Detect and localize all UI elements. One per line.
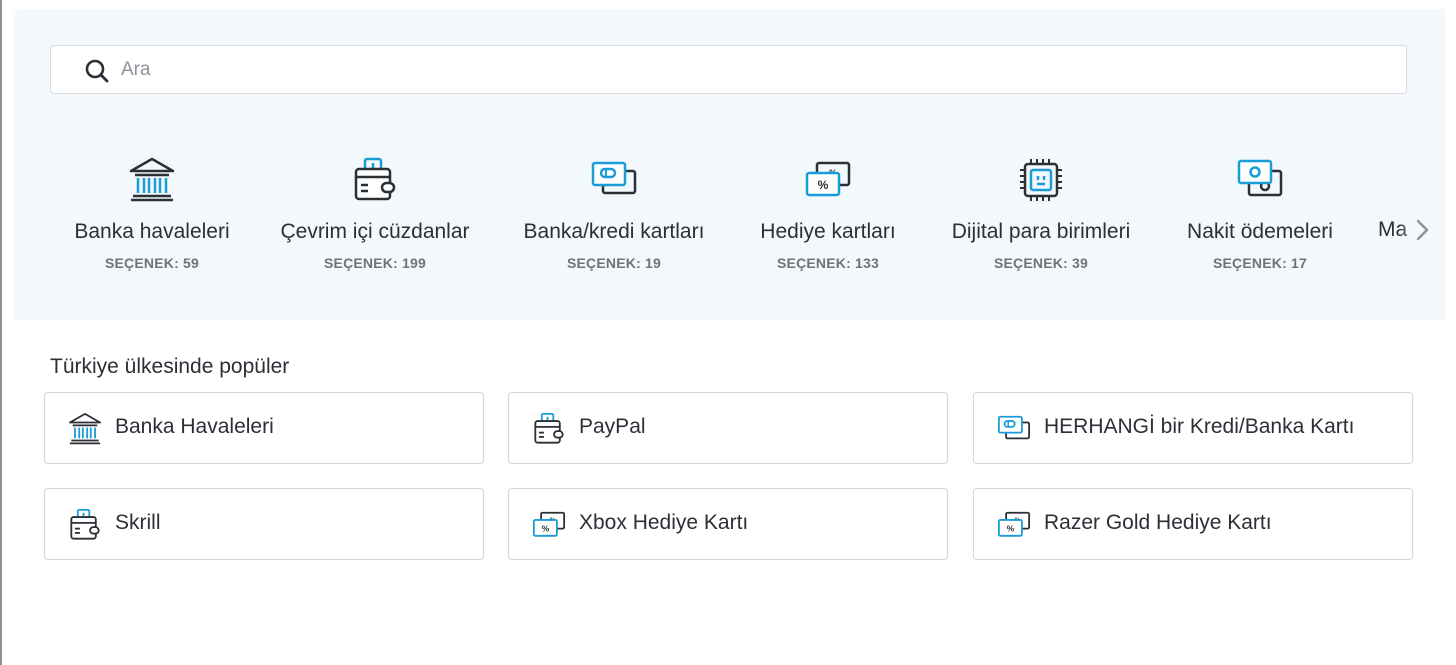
category-carousel: Banka havaleleri SEÇENEK: 59 Çevrim içi …	[14, 149, 1445, 289]
popular-item-xbox-gift-card[interactable]: Xbox Hediye Kartı	[508, 488, 948, 560]
category-online-wallets[interactable]: Çevrim içi cüzdanlar SEÇENEK: 199	[271, 149, 479, 289]
category-bank-credit-cards[interactable]: Banka/kredi kartları SEÇENEK: 19	[512, 149, 716, 289]
category-count: SEÇENEK: 199	[324, 255, 426, 271]
category-gift-cards[interactable]: Hediye kartları SEÇENEK: 133	[751, 149, 905, 289]
popular-section-title: Türkiye ülkesinde popüler	[50, 355, 290, 378]
popular-item-label: Razer Gold Hediye Kartı	[1044, 511, 1272, 534]
chevron-right-icon[interactable]	[1412, 215, 1434, 245]
crypto-chip-icon	[1016, 155, 1066, 205]
wallet-icon	[67, 507, 103, 543]
popular-item-label: Skrill	[115, 511, 161, 534]
wallet-icon	[350, 155, 400, 205]
category-label: Banka havaleleri	[74, 220, 230, 243]
popular-item-skrill[interactable]: Skrill	[44, 488, 484, 560]
popular-item-bank-transfers[interactable]: Banka Havaleleri	[44, 392, 484, 464]
search-icon	[85, 59, 109, 83]
payment-categories-panel: Banka havaleleri SEÇENEK: 59 Çevrim içi …	[14, 9, 1445, 320]
bank-icon	[67, 411, 103, 447]
popular-item-any-card[interactable]: HERHANGİ bir Kredi/Banka Kartı	[973, 392, 1413, 464]
window-edge	[0, 0, 2, 665]
credit-card-icon	[996, 411, 1032, 447]
category-count: SEÇENEK: 59	[104, 255, 199, 271]
popular-item-label: Xbox Hediye Kartı	[579, 511, 749, 534]
popular-item-label: HERHANGİ bir Kredi/Banka Kartı	[1044, 415, 1355, 438]
category-count: SEÇENEK: 19	[566, 255, 661, 271]
category-digital-currencies[interactable]: Dijital para birimleri SEÇENEK: 39	[938, 149, 1144, 289]
category-count: SEÇENEK: 39	[993, 255, 1088, 271]
category-label: Hediye kartları	[760, 220, 896, 243]
gift-card-icon	[996, 507, 1032, 543]
category-count: SEÇENEK: 17	[1212, 255, 1307, 271]
popular-item-razer-gold-gift-card[interactable]: Razer Gold Hediye Kartı	[973, 488, 1413, 560]
category-label: Nakit ödemeleri	[1187, 220, 1333, 243]
category-count: SEÇENEK: 133	[777, 255, 879, 271]
popular-item-label: PayPal	[579, 415, 646, 438]
credit-card-icon	[589, 155, 639, 205]
cash-icon	[1235, 155, 1285, 205]
search-input[interactable]	[121, 46, 1321, 93]
category-label: Çevrim içi cüzdanlar	[280, 220, 470, 243]
gift-card-icon	[803, 155, 853, 205]
bank-icon	[127, 155, 177, 205]
category-bank-transfers[interactable]: Banka havaleleri SEÇENEK: 59	[67, 149, 237, 289]
popular-item-label: Banka Havaleleri	[115, 415, 274, 438]
gift-card-icon	[531, 507, 567, 543]
search-box[interactable]	[50, 45, 1407, 94]
category-cash-payments[interactable]: Nakit ödemeleri SEÇENEK: 17	[1177, 149, 1343, 289]
category-label: Banka/kredi kartları	[523, 220, 705, 243]
category-label: Dijital para birimleri	[951, 220, 1131, 243]
popular-item-paypal[interactable]: PayPal	[508, 392, 948, 464]
wallet-icon	[531, 411, 567, 447]
